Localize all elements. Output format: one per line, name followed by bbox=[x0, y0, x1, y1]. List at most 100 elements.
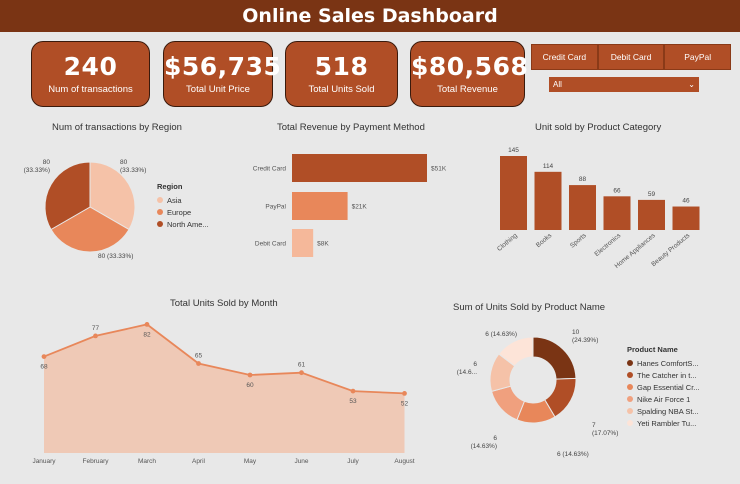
legend-label: Asia bbox=[167, 195, 182, 205]
data-label: 61 bbox=[298, 362, 306, 369]
slice-label: 6 (14.63%) bbox=[485, 331, 517, 338]
legend-item[interactable]: Hanes ComfortS... bbox=[627, 357, 700, 369]
legend-label: Gap Essential Cr... bbox=[637, 382, 700, 392]
legend-item[interactable]: Asia bbox=[157, 194, 209, 206]
slice-sublabel: (33.33%) bbox=[24, 167, 50, 174]
legend-label: Hanes ComfortS... bbox=[637, 358, 699, 368]
kpi-label: Total Revenue bbox=[437, 84, 498, 95]
kpi-value: $56,735 bbox=[164, 52, 282, 81]
legend-swatch bbox=[627, 396, 633, 402]
legend-label: Nike Air Force 1 bbox=[637, 394, 691, 404]
legend-swatch bbox=[627, 408, 633, 414]
x-tick-label: January bbox=[32, 458, 56, 465]
legend-item[interactable]: Yeti Rambler Tu... bbox=[627, 417, 700, 429]
category-label: PayPal bbox=[265, 204, 286, 211]
region-legend: Region Asia Europe North Ame... bbox=[157, 182, 209, 230]
data-point[interactable] bbox=[41, 354, 47, 359]
revenue-bar-chart: Credit Card $51K PayPal $21K Debit Card $8K bbox=[253, 154, 447, 257]
data-point[interactable] bbox=[93, 333, 98, 339]
slice-label: 6 bbox=[493, 435, 497, 442]
legend-item[interactable]: North Ame... bbox=[157, 218, 209, 230]
bar[interactable] bbox=[292, 154, 427, 182]
bar[interactable] bbox=[292, 192, 348, 220]
slice-label: 6 (14.63%) bbox=[557, 451, 589, 458]
category-label: Electronics bbox=[593, 232, 622, 258]
legend-item[interactable]: The Catcher in t... bbox=[627, 369, 700, 381]
kpi-card-unit-price[interactable]: $56,735 Total Unit Price bbox=[163, 41, 282, 107]
chart-title-category: Unit sold by Product Category bbox=[535, 122, 662, 133]
data-point[interactable] bbox=[299, 370, 304, 376]
data-label: $8K bbox=[317, 241, 329, 248]
chart-title-product: Sum of Units Sold by Product Name bbox=[453, 302, 606, 313]
bar[interactable] bbox=[500, 156, 527, 230]
data-label: 60 bbox=[246, 382, 254, 389]
slice-sublabel: (24.39%) bbox=[572, 337, 598, 344]
kpi-label: Total Unit Price bbox=[186, 84, 250, 95]
slice-label: 80 bbox=[120, 159, 128, 166]
category-label: Debit Card bbox=[255, 241, 286, 248]
x-tick-label: June bbox=[294, 458, 308, 465]
bar[interactable] bbox=[292, 229, 314, 257]
slicer-button-paypal[interactable]: PayPal bbox=[664, 44, 732, 70]
bar[interactable] bbox=[534, 171, 562, 230]
data-label: 82 bbox=[143, 331, 151, 338]
slicer-button-debit-card[interactable]: Debit Card bbox=[597, 44, 665, 70]
data-label: 66 bbox=[613, 187, 621, 194]
x-tick-label: February bbox=[82, 458, 109, 465]
legend-swatch bbox=[627, 384, 633, 390]
bar[interactable] bbox=[672, 206, 700, 230]
data-label: 88 bbox=[579, 176, 587, 183]
legend-item[interactable]: Nike Air Force 1 bbox=[627, 393, 700, 405]
data-label: $21K bbox=[352, 204, 368, 211]
x-tick-label: April bbox=[192, 458, 206, 465]
legend-title: Product Name bbox=[627, 345, 678, 354]
region-pie-chart: 80(33.33%)80 (33.33%)80(33.33%) bbox=[24, 159, 147, 260]
slicer-button-credit-card[interactable]: Credit Card bbox=[531, 44, 598, 70]
bar[interactable] bbox=[603, 196, 631, 230]
data-label: 145 bbox=[508, 147, 519, 154]
data-label: $51K bbox=[431, 166, 447, 173]
x-tick-label: August bbox=[394, 458, 414, 465]
legend-item[interactable]: Europe bbox=[157, 206, 209, 218]
category-label: Books bbox=[535, 232, 554, 249]
kpi-value: 240 bbox=[63, 52, 118, 81]
kpi-card-units-sold[interactable]: 518 Total Units Sold bbox=[285, 41, 398, 107]
data-label: 53 bbox=[349, 398, 357, 405]
kpi-card-transactions[interactable]: 240 Num of transactions bbox=[31, 41, 150, 107]
legend-label: Yeti Rambler Tu... bbox=[637, 418, 697, 428]
slice-sublabel: (14.63%) bbox=[471, 443, 497, 450]
x-tick-label: March bbox=[138, 458, 156, 465]
legend-item[interactable]: Spalding NBA St... bbox=[627, 405, 700, 417]
bar[interactable] bbox=[569, 185, 596, 230]
slice-label: 80 bbox=[43, 159, 51, 166]
legend-item[interactable]: Gap Essential Cr... bbox=[627, 381, 700, 393]
data-point[interactable] bbox=[196, 361, 201, 366]
data-point[interactable] bbox=[402, 391, 407, 396]
data-label: 46 bbox=[682, 198, 690, 205]
data-point[interactable] bbox=[144, 322, 150, 327]
pie-slice[interactable] bbox=[490, 385, 526, 421]
page-title: Online Sales Dashboard bbox=[242, 5, 498, 27]
kpi-value: 518 bbox=[314, 52, 369, 81]
filter-dropdown[interactable]: All ⌄ bbox=[549, 77, 699, 92]
kpi-value: $80,568 bbox=[411, 52, 529, 81]
chart-title-month: Total Units Sold by Month bbox=[170, 298, 278, 309]
pie-slice[interactable] bbox=[532, 336, 577, 380]
chart-title-revenue: Total Revenue by Payment Method bbox=[277, 122, 425, 133]
legend-swatch bbox=[157, 197, 163, 203]
slice-label: 7 bbox=[592, 422, 596, 429]
legend-title: Region bbox=[157, 182, 183, 191]
kpi-label: Total Units Sold bbox=[308, 84, 375, 95]
data-label: 114 bbox=[543, 163, 554, 170]
data-label: 68 bbox=[40, 364, 48, 371]
slice-label: 80 (33.33%) bbox=[98, 253, 133, 260]
monthly-area-chart: 68 January 77 February 82 March 65 April 60 May 61… bbox=[32, 322, 415, 465]
product-legend: Product Name Hanes ComfortS... The Catch… bbox=[627, 345, 700, 429]
x-tick-label: May bbox=[244, 458, 257, 465]
data-point[interactable] bbox=[247, 372, 253, 378]
data-point[interactable] bbox=[350, 388, 356, 394]
bar[interactable] bbox=[638, 199, 665, 230]
kpi-card-revenue[interactable]: $80,568 Total Revenue bbox=[410, 41, 529, 107]
category-bar-chart: 145 Clothing 114 Books 88 Sports 66 Electronics… bbox=[496, 147, 700, 270]
chart-title-region: Num of transactions by Region bbox=[52, 122, 182, 133]
